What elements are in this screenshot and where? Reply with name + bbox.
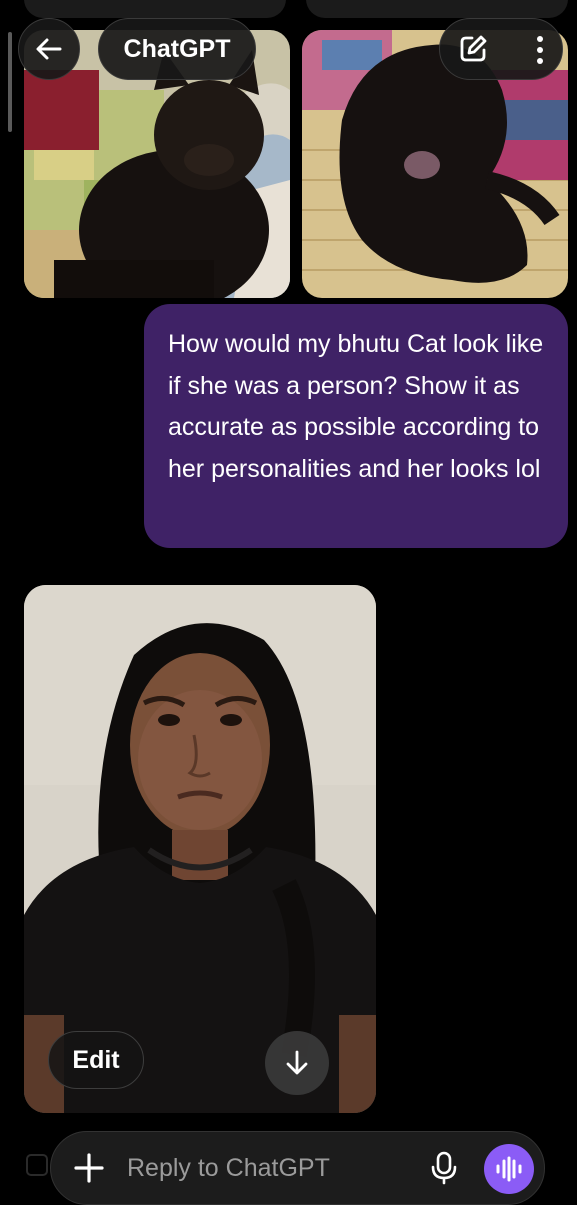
message-composer [50, 1131, 545, 1205]
voice-waveform-icon [496, 1156, 522, 1182]
voice-mode-button[interactable] [484, 1144, 534, 1194]
arrow-left-icon [36, 38, 62, 60]
scrollbar[interactable] [8, 32, 12, 132]
previous-image-edge [24, 0, 286, 18]
previous-image-edge [306, 0, 568, 18]
model-title-button[interactable]: ChatGPT [98, 18, 256, 80]
edit-button-label: Edit [72, 1045, 120, 1074]
user-message-text: How would my bhutu Cat look like if she … [168, 330, 544, 483]
new-chat-pencil-icon[interactable] [457, 33, 489, 65]
background-copy-icon [26, 1154, 48, 1176]
header-actions [439, 18, 563, 80]
plus-icon[interactable] [73, 1152, 105, 1184]
arrow-down-icon [286, 1050, 308, 1075]
reply-input[interactable] [127, 1148, 417, 1188]
user-message-bubble: How would my bhutu Cat look like if she … [144, 304, 568, 548]
back-button[interactable] [18, 18, 80, 80]
microphone-icon[interactable] [429, 1151, 459, 1185]
edit-image-button[interactable]: Edit [48, 1031, 144, 1089]
more-vertical-icon[interactable] [524, 34, 556, 66]
page-title: ChatGPT [123, 34, 231, 63]
scroll-to-bottom-button[interactable] [265, 1031, 329, 1095]
